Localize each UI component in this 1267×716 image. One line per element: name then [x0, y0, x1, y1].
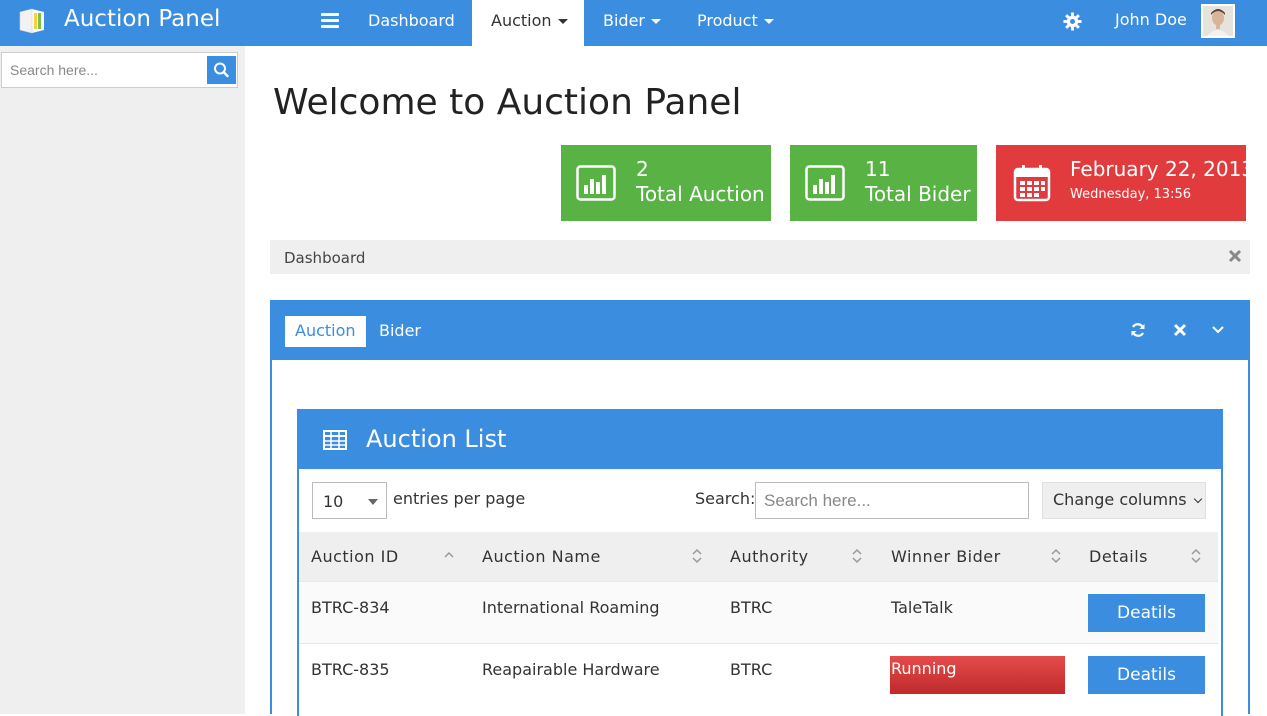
sidebar: [0, 46, 245, 714]
brand-title: Auction Panel: [64, 6, 221, 32]
nav-dashboard[interactable]: Dashboard: [354, 0, 469, 46]
nav-auction[interactable]: Auction: [472, 0, 584, 46]
column-header-details[interactable]: Details: [1089, 547, 1148, 566]
chevron-down-icon: [368, 499, 378, 505]
sort-icon[interactable]: [1051, 548, 1061, 564]
table-icon: [323, 430, 347, 450]
table-search-input[interactable]: [755, 482, 1029, 519]
user-photo-icon: [1203, 6, 1233, 36]
cell-authority: BTRC: [730, 660, 773, 679]
panel-header: Auction Bider: [272, 302, 1248, 360]
sidebar-search: [1, 52, 238, 88]
user-name[interactable]: John Doe: [1115, 10, 1187, 29]
sort-icon[interactable]: [692, 548, 702, 564]
book-logo-icon: [19, 8, 44, 34]
entries-per-page-select[interactable]: 10: [312, 482, 387, 519]
stat-total-auction: 2 Total Auction: [561, 145, 771, 221]
cell-authority: BTRC: [730, 598, 773, 617]
search-icon: [214, 62, 229, 78]
column-header-auction-id[interactable]: Auction ID: [311, 547, 399, 566]
close-icon[interactable]: [1228, 249, 1242, 263]
sort-icon[interactable]: [1191, 548, 1201, 564]
sort-icon[interactable]: [852, 548, 862, 564]
calendar-icon: [1013, 165, 1051, 202]
chevron-down-icon[interactable]: [1210, 322, 1226, 338]
table-search-label: Search:: [695, 489, 756, 508]
nav-bider[interactable]: Bider: [603, 0, 661, 46]
cell-auction-name: International Roaming: [482, 598, 660, 617]
sort-asc-icon[interactable]: [444, 548, 454, 564]
page-title: Welcome to Auction Panel: [273, 82, 742, 123]
change-columns-button[interactable]: Change columns: [1042, 482, 1206, 519]
breadcrumb: Dashboard: [270, 240, 1250, 274]
nav-product[interactable]: Product: [697, 0, 774, 46]
sidebar-search-button[interactable]: [207, 56, 236, 84]
column-header-winner-bider[interactable]: Winner Bider: [891, 547, 1001, 566]
top-navbar: Auction Panel Dashboard Auction Bider Pr…: [0, 0, 1267, 46]
table-row: BTRC-834 International Roaming BTRC Tale…: [299, 581, 1218, 643]
auction-list-title: Auction List: [366, 425, 507, 453]
refresh-icon[interactable]: [1130, 322, 1146, 338]
current-day-time: Wednesday, 13:56: [1070, 187, 1191, 202]
cell-auction-name: Reapairable Hardware: [482, 660, 660, 679]
table-row: BTRC-835 Reapairable Hardware BTRC Runni…: [299, 643, 1218, 705]
column-header-authority[interactable]: Authority: [730, 547, 809, 566]
date-card: February 22, 2013 Wednesday, 13:56: [996, 145, 1254, 221]
tab-auction[interactable]: Auction: [285, 316, 366, 347]
bar-chart-icon: [805, 165, 845, 201]
avatar[interactable]: [1201, 4, 1235, 38]
nav-auction-label: Auction: [491, 11, 552, 30]
current-date: February 22, 2013: [1070, 157, 1255, 181]
stat-label: Total Auction: [636, 182, 765, 206]
nav-bider-label: Bider: [603, 11, 645, 30]
breadcrumb-item[interactable]: Dashboard: [284, 249, 365, 267]
stat-label: Total Bider: [865, 182, 971, 206]
main-panel: Auction Bider Auction List 10 entries pe…: [270, 300, 1250, 716]
nav-dashboard-label: Dashboard: [368, 11, 455, 30]
cell-winner-bider: TaleTalk: [891, 598, 953, 617]
stat-value: 11: [865, 157, 891, 181]
auction-list-box: Auction List 10 entries per page Search:…: [297, 409, 1223, 716]
chevron-down-icon: [651, 19, 661, 24]
cell-auction-id: BTRC-835: [311, 660, 390, 679]
auction-list-header: Auction List: [299, 411, 1221, 469]
column-header-auction-name[interactable]: Auction Name: [482, 547, 601, 566]
cell-auction-id: BTRC-834: [311, 598, 390, 617]
status-badge: Running: [890, 656, 1065, 694]
nav-product-label: Product: [697, 11, 758, 30]
entries-per-page-label: entries per page: [393, 489, 526, 508]
sidebar-search-input[interactable]: [2, 53, 205, 87]
menu-toggle-icon[interactable]: [321, 13, 339, 29]
gear-icon[interactable]: [1063, 12, 1082, 31]
close-icon[interactable]: [1172, 322, 1188, 338]
bar-chart-icon: [576, 165, 616, 201]
entries-per-page-value: 10: [323, 492, 344, 511]
table-header: Auction ID Auction Name Authority Winner…: [299, 532, 1218, 581]
change-columns-label: Change columns: [1053, 490, 1187, 509]
chevron-down-icon: [1193, 494, 1202, 504]
details-button[interactable]: Deatils: [1088, 656, 1205, 694]
stat-total-bider: 11 Total Bider: [790, 145, 977, 221]
stat-value: 2: [636, 157, 649, 181]
chevron-down-icon: [557, 19, 568, 24]
chevron-down-icon: [763, 19, 774, 24]
brand[interactable]: Auction Panel: [0, 0, 245, 46]
details-button[interactable]: Deatils: [1088, 594, 1205, 632]
tab-bider[interactable]: Bider: [369, 316, 431, 347]
